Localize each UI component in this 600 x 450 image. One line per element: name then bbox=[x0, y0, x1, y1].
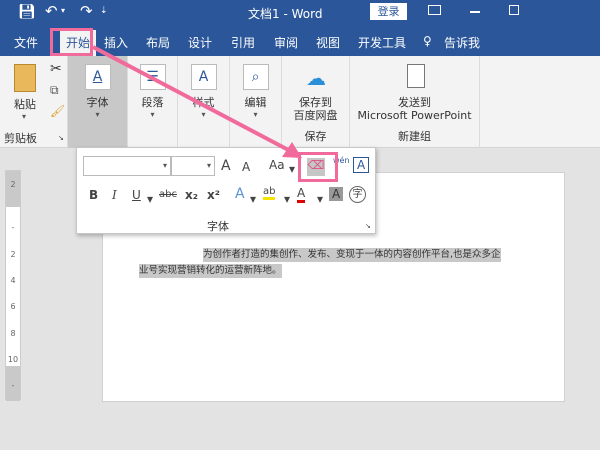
pointer-arrow bbox=[92, 45, 302, 158]
